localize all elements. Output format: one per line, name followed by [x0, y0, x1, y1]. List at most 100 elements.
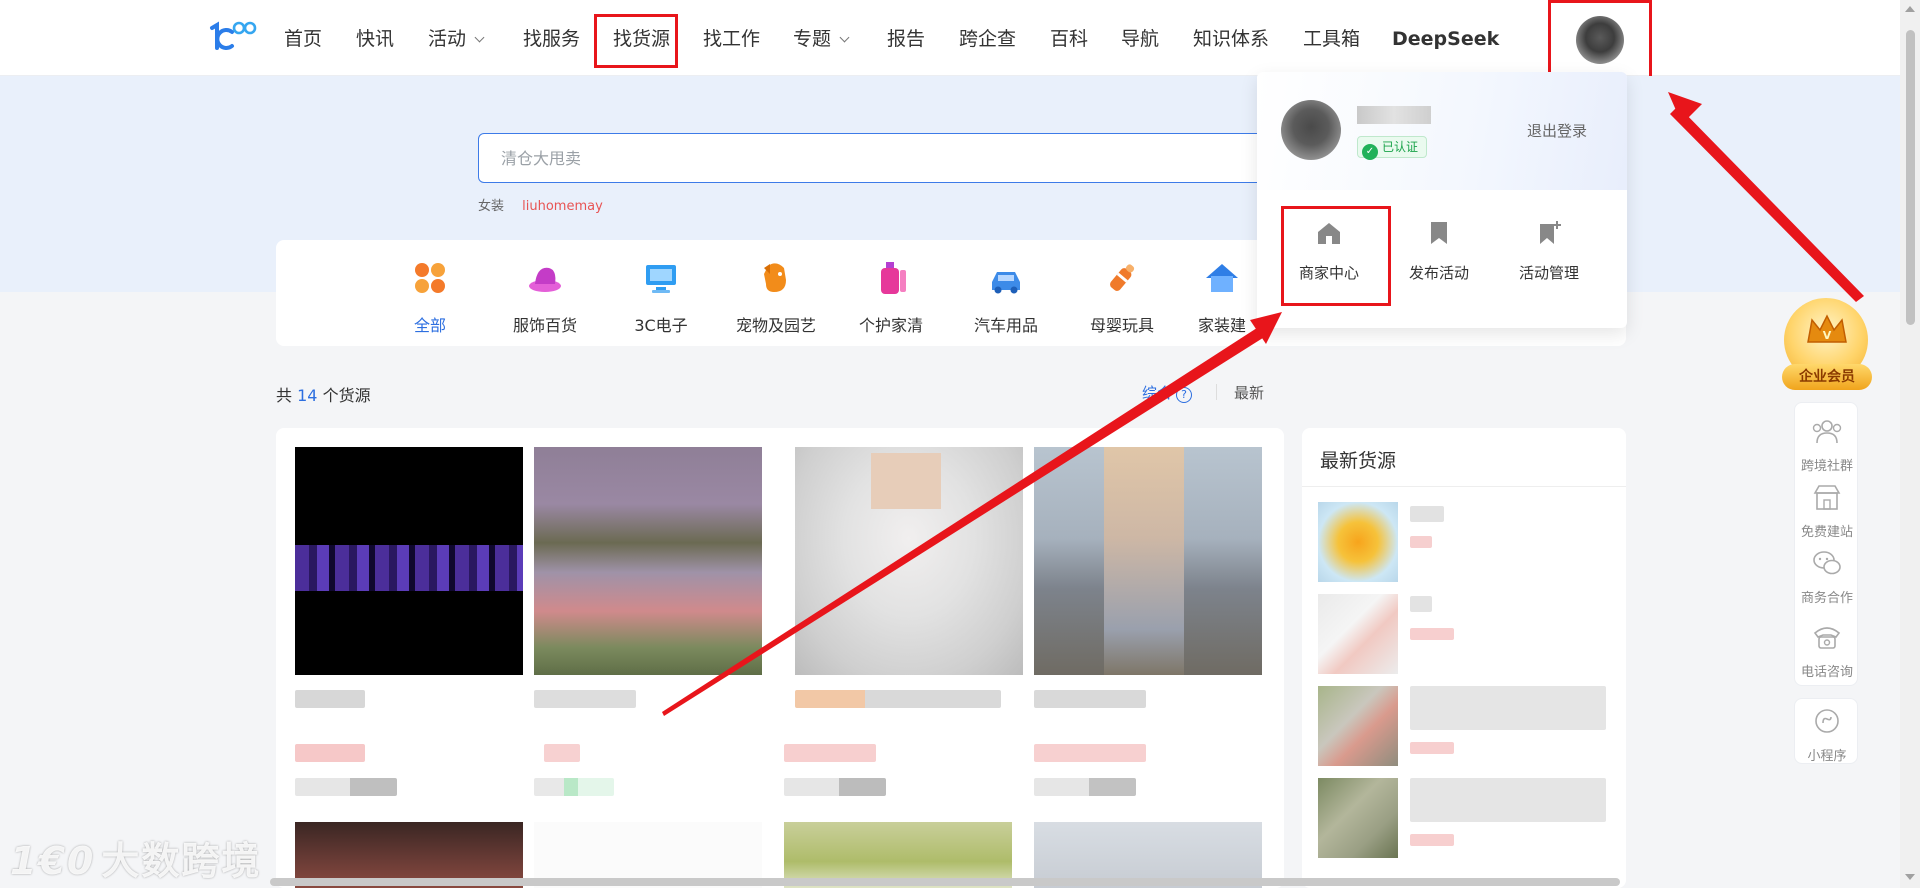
side-item-mini-program[interactable]: 小程序 — [1795, 707, 1859, 764]
side-item-community[interactable]: 跨境社群 — [1795, 417, 1859, 474]
result-count: 共 14 个货源 — [276, 386, 371, 405]
chevron-down-icon — [839, 32, 850, 43]
side-tool-panel: 跨境社群 免费建站 商务合作 电话咨询 — [1794, 402, 1858, 686]
product-price-placeholder — [295, 744, 365, 762]
highlight-merchant-center — [1281, 206, 1391, 306]
nav-find-service[interactable]: 找服务 — [523, 26, 580, 52]
mini-program-icon — [1815, 709, 1839, 733]
watermark-logo: 1€0 — [10, 839, 96, 883]
mini-program-box[interactable]: 小程序 — [1794, 698, 1858, 764]
search-input[interactable] — [479, 134, 1277, 182]
monitor-icon — [646, 265, 676, 293]
chevron-down-icon — [474, 32, 485, 43]
scroll-up-icon[interactable] — [1905, 6, 1915, 12]
nav-wiki[interactable]: 百科 — [1050, 26, 1088, 52]
sort-default[interactable]: 综合? — [1142, 382, 1193, 403]
nav-directory[interactable]: 导航 — [1121, 26, 1159, 52]
product-title-placeholder — [795, 690, 1001, 708]
highlight-find-supply — [594, 14, 678, 68]
product-title-placeholder — [534, 690, 636, 708]
product-image[interactable] — [295, 447, 523, 675]
latest-item-price-placeholder — [1410, 742, 1454, 754]
scrollbar-thumb[interactable] — [1906, 30, 1915, 325]
horizontal-scrollbar[interactable] — [270, 878, 1620, 886]
nav-company-search[interactable]: 跨企查 — [959, 26, 1016, 52]
category-auto-supplies[interactable]: 汽车用品 — [951, 260, 1061, 336]
site-logo[interactable] — [206, 18, 258, 56]
latest-item-price-placeholder — [1410, 536, 1432, 548]
username-placeholder — [1357, 106, 1431, 124]
latest-item-title-placeholder — [1410, 778, 1606, 822]
hot-search-tags: 女装 liuhomemay — [478, 195, 617, 214]
bookmark-plus-icon — [1540, 221, 1561, 244]
product-meta-placeholder — [1034, 778, 1136, 796]
nav-news[interactable]: 快讯 — [356, 26, 394, 52]
product-image[interactable] — [795, 447, 1023, 675]
product-price-placeholder — [544, 744, 580, 762]
latest-item-thumbnail[interactable] — [1318, 502, 1398, 582]
nav-find-job[interactable]: 找工作 — [703, 26, 760, 52]
latest-item-thumbnail[interactable] — [1318, 594, 1398, 674]
category-all[interactable]: 全部 — [375, 260, 485, 336]
product-meta-placeholder — [295, 778, 397, 796]
sort-divider — [1216, 384, 1217, 400]
product-image[interactable] — [1034, 447, 1262, 675]
category-baby-toys[interactable]: 母婴玩具 — [1067, 260, 1177, 336]
help-icon[interactable]: ? — [1176, 387, 1193, 403]
side-item-business[interactable]: 商务合作 — [1795, 549, 1859, 606]
verified-badge: ✓ 已认证 — [1357, 136, 1428, 160]
bottle-icon — [881, 262, 906, 294]
check-icon: ✓ — [1362, 144, 1378, 160]
sort-latest[interactable]: 最新 — [1234, 382, 1264, 403]
product-price-placeholder — [1034, 744, 1146, 762]
publish-event-button[interactable]: 发布活动 — [1396, 220, 1482, 283]
hot-tag[interactable]: 女装 — [478, 199, 504, 214]
category-personal-care[interactable]: 个护家清 — [836, 260, 946, 336]
group-icon — [1812, 420, 1842, 444]
baby-bottle-icon — [1110, 264, 1135, 291]
category-pets-garden[interactable]: 宠物及园艺 — [721, 260, 831, 336]
hot-tag[interactable]: liuhomemay — [522, 199, 603, 214]
event-management-button[interactable]: 活动管理 — [1506, 220, 1592, 283]
latest-item-title-placeholder — [1410, 506, 1444, 522]
latest-supplies-title: 最新货源 — [1320, 450, 1397, 472]
category-apparel[interactable]: 服饰百货 — [490, 260, 600, 336]
side-item-phone[interactable]: 电话咨询 — [1795, 623, 1859, 680]
nav-reports[interactable]: 报告 — [887, 26, 925, 52]
dog-icon — [764, 263, 786, 292]
side-item-build-site[interactable]: 免费建站 — [1795, 483, 1859, 540]
product-meta-placeholder — [534, 778, 614, 796]
logout-link[interactable]: 退出登录 — [1527, 120, 1587, 141]
nav-events[interactable]: 活动 — [428, 26, 485, 52]
nav-toolbox[interactable]: 工具箱 — [1303, 26, 1360, 52]
product-price-placeholder — [784, 744, 876, 762]
nav-knowledge[interactable]: 知识体系 — [1193, 26, 1269, 52]
hat-icon — [529, 267, 561, 292]
nav-deepseek[interactable]: DeepSeek — [1392, 26, 1499, 52]
latest-item-title-placeholder — [1410, 596, 1432, 612]
nav-topics[interactable]: 专题 — [793, 26, 850, 52]
scroll-down-icon[interactable] — [1905, 874, 1915, 880]
wechat-icon — [1813, 551, 1841, 575]
enterprise-member-badge[interactable]: V 企业会员 — [1782, 298, 1872, 392]
grid-icon — [415, 263, 445, 293]
highlight-user-avatar — [1548, 0, 1652, 80]
category-home-building[interactable]: 家装建 — [1182, 260, 1262, 336]
phone-icon — [1813, 627, 1841, 649]
product-meta-placeholder — [784, 778, 886, 796]
product-image[interactable] — [534, 447, 762, 675]
divider — [1302, 486, 1626, 487]
latest-item-price-placeholder — [1410, 628, 1454, 640]
nav-home[interactable]: 首页 — [284, 26, 322, 52]
search-box[interactable] — [478, 133, 1278, 183]
bookmark-icon — [1431, 222, 1447, 244]
product-title-placeholder — [295, 690, 365, 708]
latest-item-thumbnail[interactable] — [1318, 686, 1398, 766]
latest-item-thumbnail[interactable] — [1318, 778, 1398, 858]
latest-item-title-placeholder — [1410, 686, 1606, 730]
dropdown-avatar — [1281, 100, 1341, 160]
brand-watermark: 1€0 大数跨境 — [10, 839, 262, 883]
category-3c-electronics[interactable]: 3C电子 — [606, 260, 716, 336]
storefront-icon — [1813, 485, 1841, 510]
svg-text:V: V — [1823, 329, 1832, 342]
